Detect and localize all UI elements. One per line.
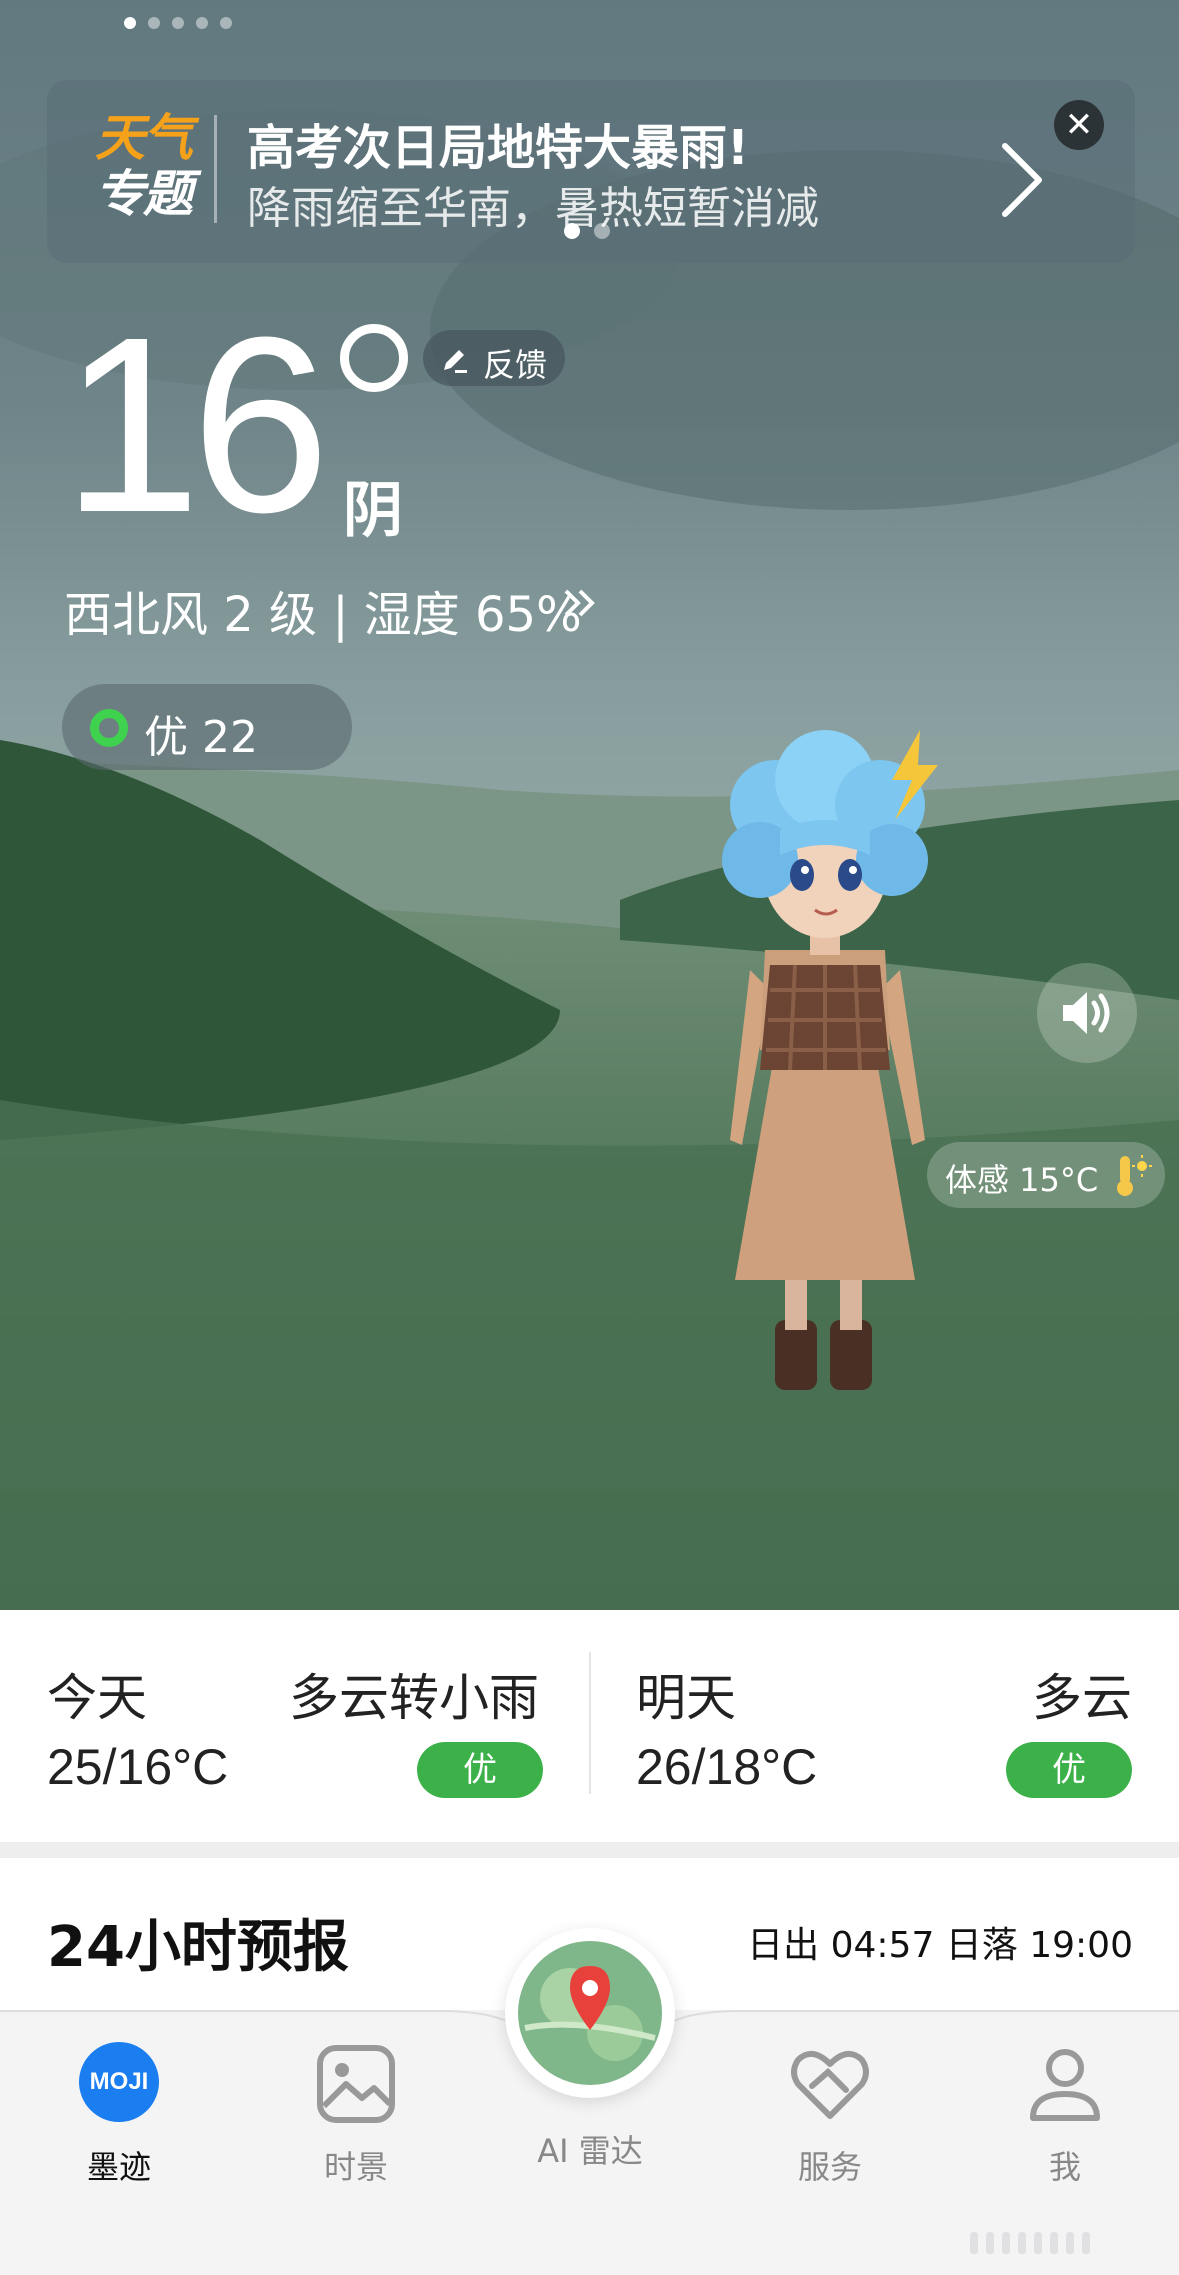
daily-forecast-card[interactable]: 今天 多云转小雨 25/16°C 优 明天 多云 26/18°C 优 [0, 1610, 1179, 1842]
radar-map-icon [518, 1941, 662, 2085]
double-chevron-right-icon[interactable] [560, 583, 600, 623]
feedback-button[interactable]: 反馈 [423, 330, 565, 386]
weather-condition: 阴 [343, 476, 403, 546]
today-condition: 多云转小雨 [289, 1669, 539, 1727]
weather-topic-banner[interactable]: 天气 专题 高考次日局地特大暴雨! 降雨缩至华南，暑热短暂消减 ✕ [47, 80, 1135, 263]
thermometer-sun-icon [1117, 1155, 1152, 1196]
tab-label: AI 雷达 [537, 2132, 643, 2170]
today-label: 今天 [47, 1669, 147, 1727]
page-dot [220, 17, 232, 29]
tab-label: 我 [1048, 2148, 1081, 2186]
heart-handshake-icon [788, 2042, 872, 2126]
page-dot [196, 17, 208, 29]
weather-topic-logo: 天气 专题 [95, 110, 245, 230]
speaker-icon [1063, 992, 1110, 1034]
degree-symbol [340, 324, 408, 392]
weather-character-illustration[interactable] [680, 720, 970, 1420]
person-icon [1023, 2042, 1107, 2126]
tab-scenery[interactable]: 时景 [266, 2042, 446, 2188]
logo-line-1: 天气 [95, 109, 193, 167]
today-aqi-badge: 优 [417, 1742, 543, 1798]
moji-logo-icon: MOJI [77, 2042, 161, 2126]
aqi-ring-icon [90, 709, 128, 747]
tab-moji[interactable]: MOJI 墨迹 [29, 2042, 209, 2188]
close-icon[interactable]: ✕ [1054, 100, 1104, 150]
aqi-label: 优 22 [144, 712, 258, 763]
tab-me[interactable]: 我 [975, 2042, 1155, 2188]
sunrise-sunset: 日出 04:57 日落 19:00 [747, 1925, 1133, 1966]
photo-icon [314, 2042, 398, 2126]
page-indicator [124, 17, 232, 29]
page-dot [148, 17, 160, 29]
page-dot [124, 17, 136, 29]
tomorrow-label: 明天 [636, 1669, 736, 1727]
tomorrow-temperature: 26/18°C [636, 1739, 818, 1795]
page-dot [172, 17, 184, 29]
voice-broadcast-button[interactable] [1037, 963, 1137, 1063]
wind-humidity[interactable]: 西北风 2 级 | 湿度 65% [64, 575, 582, 645]
banner-title: 高考次日局地特大暴雨! [247, 120, 749, 176]
moji-logo-text: MOJI [79, 2042, 159, 2122]
tab-services[interactable]: 服务 [740, 2042, 920, 2188]
tab-ai-radar[interactable]: AI 雷达 [500, 2110, 680, 2172]
tomorrow-condition: 多云 [1032, 1669, 1132, 1727]
tab-label: 时景 [323, 2148, 388, 2186]
banner-divider [214, 115, 217, 223]
logo-line-2: 专题 [95, 165, 193, 223]
forecast-divider [589, 1652, 591, 1794]
banner-pager [564, 223, 610, 239]
feedback-label: 反馈 [483, 346, 548, 384]
tomorrow-aqi-badge: 优 [1006, 1742, 1132, 1798]
banner-dot [594, 223, 610, 239]
current-temperature: 16 [62, 285, 330, 564]
tab-label: 服务 [797, 2148, 862, 2186]
feels-like-label: 体感 15°C [945, 1161, 1099, 1199]
banner-subtitle: 降雨缩至华南，暑热短暂消减 [247, 183, 819, 234]
chevron-right-icon[interactable] [997, 140, 1047, 220]
tab-label: 墨迹 [86, 2148, 151, 2186]
home-indicator [970, 2232, 1090, 2254]
weather-hero: 天气 专题 高考次日局地特大暴雨! 降雨缩至华南，暑热短暂消减 ✕ 16 阴 反… [0, 0, 1179, 1610]
pencil-icon [444, 350, 467, 373]
feels-like-badge[interactable]: 体感 15°C [927, 1142, 1165, 1208]
hourly-title: 24小时预报 [47, 1915, 349, 1980]
banner-dot [564, 223, 580, 239]
aqi-badge[interactable]: 优 22 [62, 684, 352, 770]
section-gap [0, 1842, 1179, 1858]
ai-radar-button[interactable] [505, 1928, 675, 2098]
today-temperature: 25/16°C [47, 1739, 229, 1795]
